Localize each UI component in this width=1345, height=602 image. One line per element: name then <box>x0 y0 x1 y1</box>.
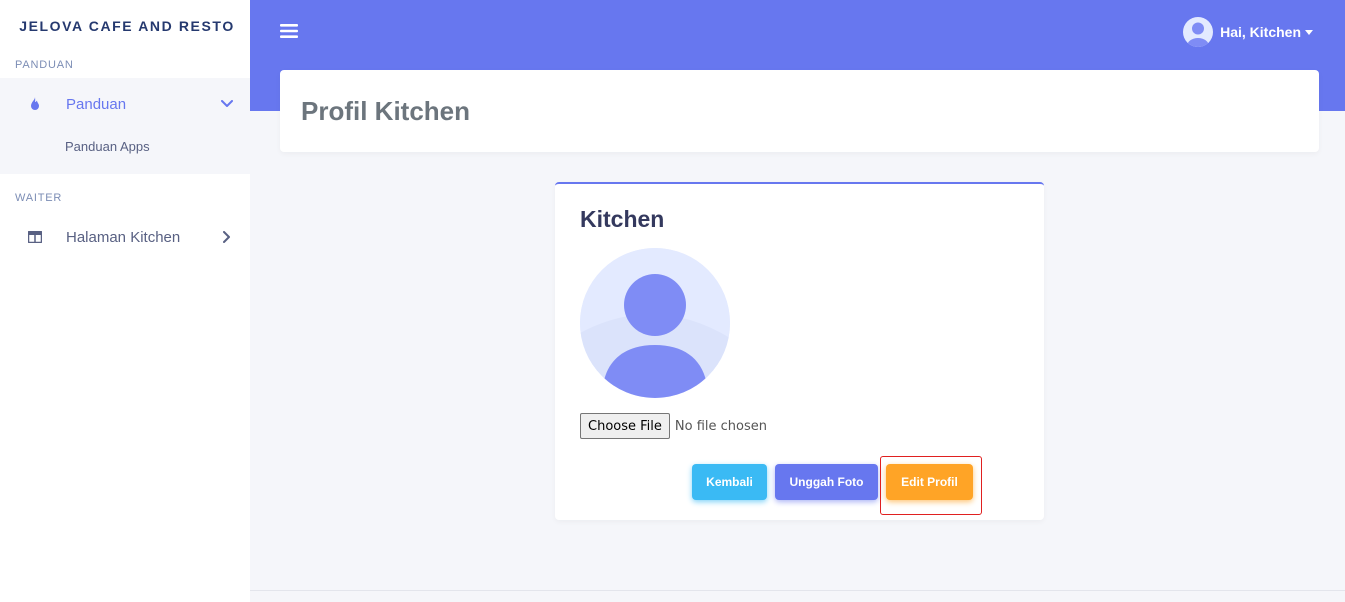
back-button[interactable]: Kembali <box>692 464 767 500</box>
sidebar: JELOVA CAFE AND RESTO PANDUAN Panduan Pa… <box>0 0 250 602</box>
sidebar-group-panduan: Panduan Panduan Apps <box>0 78 250 174</box>
user-menu[interactable]: Hai, Kitchen <box>1183 17 1313 47</box>
chevron-right-icon <box>220 230 234 244</box>
profile-avatar <box>580 248 730 398</box>
fire-icon <box>26 95 44 113</box>
page-header: Profil Kitchen <box>280 70 1319 152</box>
user-avatar-icon <box>580 248 730 398</box>
avatar-icon <box>1183 17 1214 47</box>
choose-file-button[interactable]: Choose File <box>580 413 670 439</box>
sidebar-item-panduan[interactable]: Panduan <box>0 78 250 130</box>
user-greeting: Hai, Kitchen <box>1220 24 1301 40</box>
profile-name: Kitchen <box>580 206 665 232</box>
sidebar-item-halaman-kitchen[interactable]: Halaman Kitchen <box>0 211 250 263</box>
sidebar-item-label: Panduan <box>66 95 127 113</box>
profile-card: Kitchen Choose File No file chosen Kemba… <box>555 182 1044 520</box>
sidebar-section-panduan: PANDUAN <box>15 59 74 71</box>
columns-icon <box>26 228 44 246</box>
sidebar-section-waiter: WAITER <box>15 192 63 204</box>
page-title: Profil Kitchen <box>301 95 471 126</box>
caret-down-icon <box>1305 29 1313 35</box>
upload-photo-button[interactable]: Unggah Foto <box>775 464 878 500</box>
edit-profile-button[interactable]: Edit Profil <box>886 464 973 500</box>
footer-divider <box>250 590 1345 591</box>
file-input[interactable]: Choose File No file chosen <box>580 413 767 439</box>
chevron-down-icon <box>220 97 234 111</box>
hamburger-icon[interactable] <box>280 23 298 41</box>
file-status: No file chosen <box>674 418 767 434</box>
sidebar-item-label: Halaman Kitchen <box>66 228 181 246</box>
brand-title[interactable]: JELOVA CAFE AND RESTO <box>0 0 250 52</box>
sidebar-subitem-panduan-apps[interactable]: Panduan Apps <box>0 130 250 162</box>
